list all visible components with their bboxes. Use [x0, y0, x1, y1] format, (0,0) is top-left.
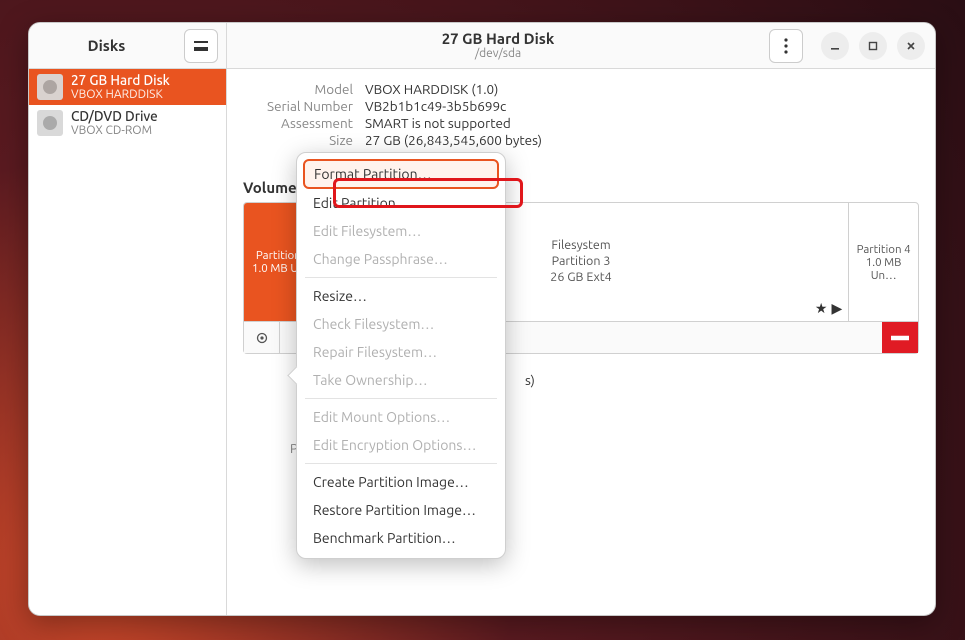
play-icon: ▶	[831, 300, 842, 317]
window-subtitle: /dev/sda	[227, 47, 769, 61]
sidebar-item-label: 27 GB Hard Disk	[71, 73, 170, 88]
size-label: Size	[243, 132, 353, 148]
hard-disk-icon	[37, 74, 63, 100]
assessment-value: SMART is not supported	[365, 115, 919, 131]
menu-item-edit-filesystem: Edit Filesystem…	[303, 217, 499, 245]
size-value: 27 GB (26,843,545,600 bytes)	[365, 132, 919, 148]
kebab-icon	[784, 38, 788, 54]
menu-item-restore-partition-image[interactable]: Restore Partition Image…	[303, 496, 499, 524]
sidebar-item-label: CD/DVD Drive	[71, 109, 158, 124]
menu-item-resize[interactable]: Resize…	[303, 282, 499, 310]
sidebar-item-sublabel: VBOX HARDDISK	[71, 88, 170, 101]
menu-separator	[305, 398, 497, 399]
volume-options-button[interactable]	[244, 322, 280, 353]
sidebar-item-cd-dvd[interactable]: CD/DVD Drive VBOX CD-ROM	[29, 105, 226, 141]
titlebar-right	[769, 29, 935, 63]
menu-item-change-passphrase: Change Passphrase…	[303, 245, 499, 273]
maximize-button[interactable]	[859, 32, 887, 60]
menu-item-format-partition[interactable]: Format Partition…	[303, 159, 499, 189]
menu-item-benchmark-partition[interactable]: Benchmark Partition…	[303, 524, 499, 552]
menu-separator	[305, 463, 497, 464]
delete-partition-button[interactable]	[882, 322, 918, 353]
maximize-icon	[867, 40, 879, 52]
serial-label: Serial Number	[243, 98, 353, 114]
disk-menu-button[interactable]	[769, 29, 803, 63]
minus-icon	[882, 320, 918, 356]
hamburger-icon	[194, 41, 208, 51]
serial-value: VB2b1b1c49-3b5b699c	[365, 98, 919, 114]
model-label: Model	[243, 81, 353, 97]
gear-icon	[254, 330, 270, 346]
menu-item-edit-encryption-options: Edit Encryption Options…	[303, 431, 499, 459]
menu-item-create-partition-image[interactable]: Create Partition Image…	[303, 468, 499, 496]
cd-icon	[37, 110, 63, 136]
menu-item-edit-mount-options: Edit Mount Options…	[303, 403, 499, 431]
partition-4[interactable]: Partition 4 1.0 MB Un…	[849, 203, 918, 321]
titlebar: Disks 27 GB Hard Disk /dev/sda	[29, 23, 935, 69]
titlebar-left: Disks	[29, 23, 227, 68]
minimize-icon	[829, 40, 841, 52]
sidebar: 27 GB Hard Disk VBOX HARDDISK CD/DVD Dri…	[29, 69, 227, 615]
window-title: 27 GB Hard Disk	[227, 30, 769, 47]
hamburger-button[interactable]	[184, 29, 218, 63]
minimize-button[interactable]	[821, 32, 849, 60]
menu-item-take-ownership: Take Ownership…	[303, 366, 499, 394]
menu-item-repair-filesystem: Repair Filesystem…	[303, 338, 499, 366]
sidebar-item-sublabel: VBOX CD-ROM	[71, 124, 158, 137]
partition-context-menu: Format Partition…Edit Partition…Edit Fil…	[296, 152, 506, 559]
model-value: VBOX HARDDISK (1.0)	[365, 81, 919, 97]
close-icon	[905, 40, 917, 52]
menu-item-check-filesystem: Check Filesystem…	[303, 310, 499, 338]
menu-item-edit-partition[interactable]: Edit Partition…	[303, 189, 499, 217]
menu-separator	[305, 277, 497, 278]
close-button[interactable]	[897, 32, 925, 60]
assessment-label: Assessment	[243, 115, 353, 131]
app-title: Disks	[29, 37, 184, 54]
star-icon: ★	[815, 300, 828, 317]
sidebar-item-hard-disk[interactable]: 27 GB Hard Disk VBOX HARDDISK	[29, 69, 226, 105]
titlebar-center: 27 GB Hard Disk /dev/sda	[227, 30, 769, 61]
